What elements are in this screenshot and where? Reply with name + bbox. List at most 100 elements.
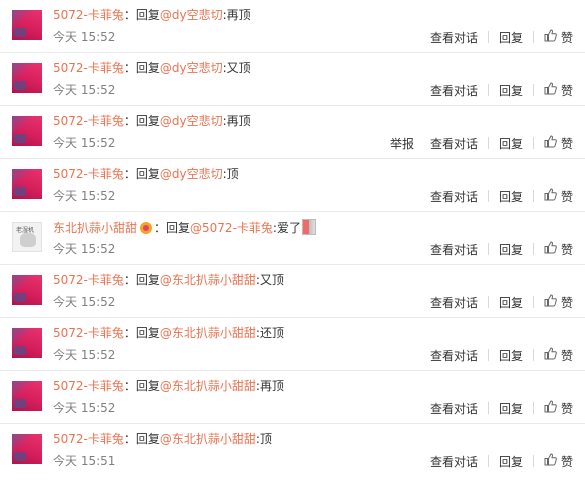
reply-prefix: ：回复 bbox=[123, 8, 160, 22]
thumbs-up-icon bbox=[544, 400, 561, 416]
like-button[interactable]: 赞 bbox=[544, 135, 573, 152]
view-conversation-button[interactable]: 查看对话 bbox=[430, 29, 478, 46]
view-conversation-button[interactable]: 查看对话 bbox=[430, 453, 478, 470]
reply-mention-link[interactable]: @东北扒蒜小甜甜 bbox=[160, 432, 256, 446]
reply-mention-link[interactable]: @dy空悲切 bbox=[160, 114, 223, 128]
reply-mention-link[interactable]: @东北扒蒜小甜甜 bbox=[160, 379, 256, 393]
divider bbox=[532, 243, 534, 255]
like-label: 赞 bbox=[560, 83, 573, 98]
comment-row: 5072-卡菲兔：回复@东北扒蒜小甜甜:还顶 今天 15:52 查看对话 回复 赞 bbox=[0, 318, 585, 371]
comment-actions: 举报 查看对话 回复 赞 bbox=[390, 135, 573, 151]
like-button[interactable]: 赞 bbox=[544, 347, 573, 364]
reply-mention-link[interactable]: @dy空悲切 bbox=[160, 8, 223, 22]
thumbs-up-icon bbox=[544, 294, 561, 310]
reply-button[interactable]: 回复 bbox=[499, 453, 523, 470]
comment-row: 5072-卡菲兔：回复@dy空悲切:再顶 今天 15:52 查看对话 回复 赞 bbox=[0, 0, 585, 53]
comment-username[interactable]: 5072-卡菲兔 bbox=[53, 8, 124, 22]
like-button[interactable]: 赞 bbox=[544, 400, 573, 417]
comment-timestamp: 今天 15:52 bbox=[53, 401, 116, 415]
comment-username[interactable]: 5072-卡菲兔 bbox=[53, 273, 124, 287]
avatar[interactable] bbox=[12, 434, 42, 464]
report-button[interactable]: 举报 bbox=[390, 135, 414, 152]
comment-actions: 查看对话 回复 赞 bbox=[430, 400, 573, 416]
reply-button[interactable]: 回复 bbox=[499, 241, 523, 258]
avatar[interactable] bbox=[12, 275, 42, 305]
reply-button[interactable]: 回复 bbox=[499, 135, 523, 152]
like-button[interactable]: 赞 bbox=[544, 241, 573, 258]
comment-actions: 查看对话 回复 赞 bbox=[430, 453, 573, 469]
like-button[interactable]: 赞 bbox=[544, 29, 573, 46]
comment-timestamp: 今天 15:52 bbox=[53, 295, 116, 309]
avatar[interactable] bbox=[12, 10, 42, 40]
view-conversation-button[interactable]: 查看对话 bbox=[430, 135, 478, 152]
reply-button[interactable]: 回复 bbox=[499, 188, 523, 205]
like-button[interactable]: 赞 bbox=[544, 82, 573, 99]
comment-row: 5072-卡菲兔：回复@dy空悲切:再顶 今天 15:52 举报 查看对话 回复 赞 bbox=[0, 106, 585, 159]
comment-line: 东北扒蒜小甜甜 ：回复@5072-卡菲兔:爱了 bbox=[53, 219, 316, 236]
divider bbox=[487, 137, 489, 149]
comment-username[interactable]: 5072-卡菲兔 bbox=[53, 61, 124, 75]
comment-username[interactable]: 5072-卡菲兔 bbox=[53, 114, 124, 128]
comment-actions: 查看对话 回复 赞 bbox=[430, 29, 573, 45]
like-button[interactable]: 赞 bbox=[544, 294, 573, 311]
like-label: 赞 bbox=[560, 242, 573, 257]
comment-username[interactable]: 5072-卡菲兔 bbox=[53, 432, 124, 446]
thumbs-up-icon bbox=[544, 241, 561, 257]
reply-button[interactable]: 回复 bbox=[499, 82, 523, 99]
like-button[interactable]: 赞 bbox=[544, 188, 573, 205]
reply-mention-link[interactable]: @dy空悲切 bbox=[160, 61, 223, 75]
view-conversation-button[interactable]: 查看对话 bbox=[430, 241, 478, 258]
thumbs-up-icon bbox=[544, 29, 561, 45]
view-conversation-button[interactable]: 查看对话 bbox=[430, 400, 478, 417]
comment-text: :再顶 bbox=[222, 8, 251, 22]
comment-actions: 查看对话 回复 赞 bbox=[430, 188, 573, 204]
comment-row: 5072-卡菲兔：回复@东北扒蒜小甜甜:顶 今天 15:51 查看对话 回复 赞 bbox=[0, 424, 585, 477]
comment-text: :爱了 bbox=[272, 221, 301, 235]
divider bbox=[487, 190, 489, 202]
comment-username[interactable]: 5072-卡菲兔 bbox=[53, 167, 124, 181]
like-label: 赞 bbox=[560, 30, 573, 45]
comment-timestamp: 今天 15:51 bbox=[53, 454, 116, 468]
reply-button[interactable]: 回复 bbox=[499, 294, 523, 311]
comment-text: :又顶 bbox=[255, 273, 284, 287]
reply-button[interactable]: 回复 bbox=[499, 29, 523, 46]
divider bbox=[487, 243, 489, 255]
comment-timestamp: 今天 15:52 bbox=[53, 30, 116, 44]
comment-timestamp: 今天 15:52 bbox=[53, 136, 116, 150]
thumbs-up-icon bbox=[544, 453, 561, 469]
avatar[interactable] bbox=[12, 381, 42, 411]
reply-button[interactable]: 回复 bbox=[499, 400, 523, 417]
divider bbox=[487, 84, 489, 96]
reply-prefix: ：回复 bbox=[123, 432, 160, 446]
comment-line: 5072-卡菲兔：回复@东北扒蒜小甜甜:还顶 bbox=[53, 325, 284, 341]
reply-prefix: ：回复 bbox=[123, 114, 160, 128]
reply-mention-link[interactable]: @dy空悲切 bbox=[160, 167, 223, 181]
comment-timestamp: 今天 15:52 bbox=[53, 83, 116, 97]
reply-mention-link[interactable]: @东北扒蒜小甜甜 bbox=[160, 273, 256, 287]
divider bbox=[532, 84, 534, 96]
reply-mention-link[interactable]: @5072-卡菲兔 bbox=[190, 221, 273, 235]
comment-username[interactable]: 东北扒蒜小甜甜 bbox=[53, 221, 137, 235]
avatar[interactable]: 老湿机 bbox=[12, 222, 42, 252]
divider bbox=[532, 190, 534, 202]
comment-text: :顶 bbox=[255, 432, 272, 446]
like-button[interactable]: 赞 bbox=[544, 453, 573, 470]
reply-prefix: ：回复 bbox=[123, 167, 160, 181]
divider bbox=[532, 137, 534, 149]
reply-button[interactable]: 回复 bbox=[499, 347, 523, 364]
comment-text: :顶 bbox=[222, 167, 239, 181]
view-conversation-button[interactable]: 查看对话 bbox=[430, 188, 478, 205]
comment-username[interactable]: 5072-卡菲兔 bbox=[53, 326, 124, 340]
comment-username[interactable]: 5072-卡菲兔 bbox=[53, 379, 124, 393]
avatar[interactable] bbox=[12, 169, 42, 199]
like-label: 赞 bbox=[560, 401, 573, 416]
like-label: 赞 bbox=[560, 136, 573, 151]
avatar[interactable] bbox=[12, 63, 42, 93]
view-conversation-button[interactable]: 查看对话 bbox=[430, 82, 478, 99]
reply-mention-link[interactable]: @东北扒蒜小甜甜 bbox=[160, 326, 256, 340]
avatar[interactable] bbox=[12, 116, 42, 146]
view-conversation-button[interactable]: 查看对话 bbox=[430, 294, 478, 311]
avatar-face bbox=[20, 233, 36, 247]
avatar[interactable] bbox=[12, 328, 42, 358]
view-conversation-button[interactable]: 查看对话 bbox=[430, 347, 478, 364]
